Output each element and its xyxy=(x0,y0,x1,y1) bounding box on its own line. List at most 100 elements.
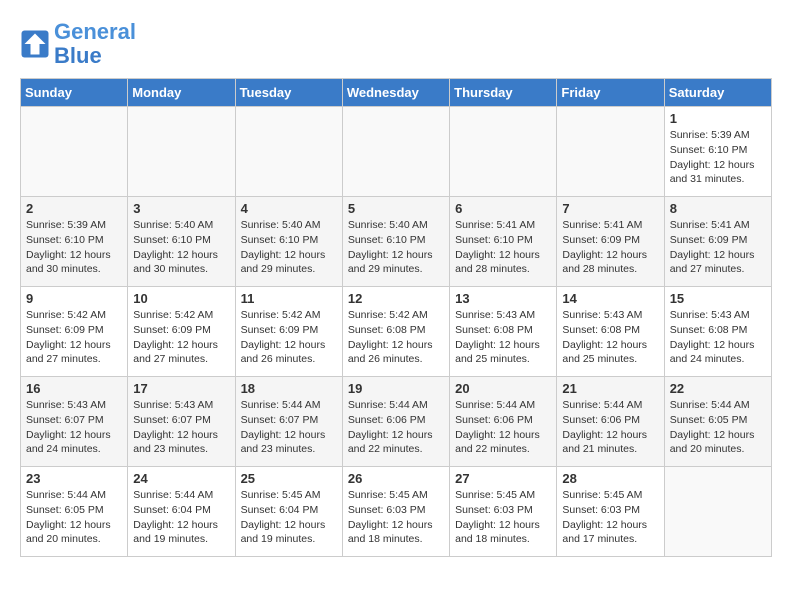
calendar-day-cell: 18 Sunrise: 5:44 AM Sunset: 6:07 PM Dayli… xyxy=(235,377,342,467)
day-info: Sunrise: 5:45 AM Sunset: 6:04 PM Dayligh… xyxy=(241,488,337,547)
calendar-day-cell: 20 Sunrise: 5:44 AM Sunset: 6:06 PM Dayli… xyxy=(450,377,557,467)
day-info: Sunrise: 5:44 AM Sunset: 6:06 PM Dayligh… xyxy=(348,398,444,457)
day-info: Sunrise: 5:44 AM Sunset: 6:05 PM Dayligh… xyxy=(670,398,766,457)
calendar-day-cell: 15 Sunrise: 5:43 AM Sunset: 6:08 PM Dayli… xyxy=(664,287,771,377)
calendar-day-cell: 25 Sunrise: 5:45 AM Sunset: 6:04 PM Dayli… xyxy=(235,467,342,557)
day-number: 13 xyxy=(455,291,551,306)
calendar-day-cell: 21 Sunrise: 5:44 AM Sunset: 6:06 PM Dayli… xyxy=(557,377,664,467)
calendar-day-cell: 8Sunrise: 5:41 AM Sunset: 6:09 PM Daylig… xyxy=(664,197,771,287)
day-number: 14 xyxy=(562,291,658,306)
day-number: 4 xyxy=(241,201,337,216)
day-info: Sunrise: 5:41 AM Sunset: 6:09 PM Dayligh… xyxy=(562,218,658,277)
day-number: 22 xyxy=(670,381,766,396)
day-info: Sunrise: 5:43 AM Sunset: 6:08 PM Dayligh… xyxy=(670,308,766,367)
day-number: 17 xyxy=(133,381,229,396)
calendar-day-cell: 1Sunrise: 5:39 AM Sunset: 6:10 PM Daylig… xyxy=(664,107,771,197)
day-number: 7 xyxy=(562,201,658,216)
calendar-day-cell: 14 Sunrise: 5:43 AM Sunset: 6:08 PM Dayli… xyxy=(557,287,664,377)
day-number: 9 xyxy=(26,291,122,306)
calendar-day-cell: 7 Sunrise: 5:41 AM Sunset: 6:09 PM Daylig… xyxy=(557,197,664,287)
calendar-day-cell: 16Sunrise: 5:43 AM Sunset: 6:07 PM Dayli… xyxy=(21,377,128,467)
logo: General Blue xyxy=(20,20,136,68)
calendar-day-cell: 23 Sunrise: 5:44 AM Sunset: 6:05 PM Dayli… xyxy=(21,467,128,557)
calendar-day-cell: 24 Sunrise: 5:44 AM Sunset: 6:04 PM Dayli… xyxy=(128,467,235,557)
calendar-day-cell xyxy=(342,107,449,197)
day-info: Sunrise: 5:41 AM Sunset: 6:10 PM Dayligh… xyxy=(455,218,551,277)
calendar-day-cell: 12 Sunrise: 5:42 AM Sunset: 6:08 PM Dayli… xyxy=(342,287,449,377)
calendar-day-cell: 3 Sunrise: 5:40 AM Sunset: 6:10 PM Daylig… xyxy=(128,197,235,287)
day-info: Sunrise: 5:44 AM Sunset: 6:06 PM Dayligh… xyxy=(562,398,658,457)
day-info: Sunrise: 5:44 AM Sunset: 6:04 PM Dayligh… xyxy=(133,488,229,547)
day-number: 25 xyxy=(241,471,337,486)
day-info: Sunrise: 5:45 AM Sunset: 6:03 PM Dayligh… xyxy=(455,488,551,547)
day-number: 15 xyxy=(670,291,766,306)
calendar-day-cell: 27 Sunrise: 5:45 AM Sunset: 6:03 PM Dayli… xyxy=(450,467,557,557)
calendar-week-row: 23 Sunrise: 5:44 AM Sunset: 6:05 PM Dayli… xyxy=(21,467,772,557)
day-number: 19 xyxy=(348,381,444,396)
day-number: 8 xyxy=(670,201,766,216)
logo-text: General Blue xyxy=(54,20,136,68)
day-number: 5 xyxy=(348,201,444,216)
calendar-day-cell: 11 Sunrise: 5:42 AM Sunset: 6:09 PM Dayli… xyxy=(235,287,342,377)
day-info: Sunrise: 5:44 AM Sunset: 6:06 PM Dayligh… xyxy=(455,398,551,457)
calendar-day-cell xyxy=(557,107,664,197)
day-number: 12 xyxy=(348,291,444,306)
day-info: Sunrise: 5:40 AM Sunset: 6:10 PM Dayligh… xyxy=(241,218,337,277)
logo-icon xyxy=(20,29,50,59)
weekday-header: Tuesday xyxy=(235,79,342,107)
calendar-day-cell: 4 Sunrise: 5:40 AM Sunset: 6:10 PM Daylig… xyxy=(235,197,342,287)
day-info: Sunrise: 5:39 AM Sunset: 6:10 PM Dayligh… xyxy=(26,218,122,277)
day-info: Sunrise: 5:40 AM Sunset: 6:10 PM Dayligh… xyxy=(348,218,444,277)
day-number: 27 xyxy=(455,471,551,486)
weekday-header: Wednesday xyxy=(342,79,449,107)
calendar-day-cell: 28 Sunrise: 5:45 AM Sunset: 6:03 PM Dayli… xyxy=(557,467,664,557)
day-number: 3 xyxy=(133,201,229,216)
day-number: 23 xyxy=(26,471,122,486)
weekday-header: Saturday xyxy=(664,79,771,107)
weekday-header: Friday xyxy=(557,79,664,107)
calendar-day-cell xyxy=(664,467,771,557)
day-number: 11 xyxy=(241,291,337,306)
day-info: Sunrise: 5:44 AM Sunset: 6:07 PM Dayligh… xyxy=(241,398,337,457)
calendar-day-cell: 19 Sunrise: 5:44 AM Sunset: 6:06 PM Dayli… xyxy=(342,377,449,467)
calendar-day-cell xyxy=(128,107,235,197)
day-info: Sunrise: 5:45 AM Sunset: 6:03 PM Dayligh… xyxy=(348,488,444,547)
day-number: 10 xyxy=(133,291,229,306)
calendar-day-cell: 13 Sunrise: 5:43 AM Sunset: 6:08 PM Dayli… xyxy=(450,287,557,377)
calendar-day-cell: 6 Sunrise: 5:41 AM Sunset: 6:10 PM Daylig… xyxy=(450,197,557,287)
day-number: 20 xyxy=(455,381,551,396)
day-info: Sunrise: 5:42 AM Sunset: 6:08 PM Dayligh… xyxy=(348,308,444,367)
day-info: Sunrise: 5:42 AM Sunset: 6:09 PM Dayligh… xyxy=(241,308,337,367)
day-number: 21 xyxy=(562,381,658,396)
calendar-day-cell: 26 Sunrise: 5:45 AM Sunset: 6:03 PM Dayli… xyxy=(342,467,449,557)
calendar-day-cell: 9 Sunrise: 5:42 AM Sunset: 6:09 PM Daylig… xyxy=(21,287,128,377)
calendar-day-cell: 2 Sunrise: 5:39 AM Sunset: 6:10 PM Daylig… xyxy=(21,197,128,287)
calendar-day-cell xyxy=(450,107,557,197)
day-number: 28 xyxy=(562,471,658,486)
day-info: Sunrise: 5:44 AM Sunset: 6:05 PM Dayligh… xyxy=(26,488,122,547)
day-info: Sunrise: 5:43 AM Sunset: 6:08 PM Dayligh… xyxy=(455,308,551,367)
calendar-day-cell: 22 Sunrise: 5:44 AM Sunset: 6:05 PM Dayli… xyxy=(664,377,771,467)
day-info: Sunrise: 5:40 AM Sunset: 6:10 PM Dayligh… xyxy=(133,218,229,277)
day-info: Sunrise: 5:43 AM Sunset: 6:07 PM Dayligh… xyxy=(133,398,229,457)
page-header: General Blue xyxy=(20,20,772,68)
day-number: 2 xyxy=(26,201,122,216)
day-number: 18 xyxy=(241,381,337,396)
day-info: Sunrise: 5:42 AM Sunset: 6:09 PM Dayligh… xyxy=(26,308,122,367)
weekday-header: Thursday xyxy=(450,79,557,107)
day-number: 6 xyxy=(455,201,551,216)
calendar-day-cell xyxy=(21,107,128,197)
day-number: 24 xyxy=(133,471,229,486)
calendar-day-cell: 10Sunrise: 5:42 AM Sunset: 6:09 PM Dayli… xyxy=(128,287,235,377)
calendar-week-row: 2 Sunrise: 5:39 AM Sunset: 6:10 PM Daylig… xyxy=(21,197,772,287)
calendar-week-row: 1Sunrise: 5:39 AM Sunset: 6:10 PM Daylig… xyxy=(21,107,772,197)
calendar-day-cell xyxy=(235,107,342,197)
weekday-header: Monday xyxy=(128,79,235,107)
day-info: Sunrise: 5:43 AM Sunset: 6:08 PM Dayligh… xyxy=(562,308,658,367)
day-info: Sunrise: 5:45 AM Sunset: 6:03 PM Dayligh… xyxy=(562,488,658,547)
calendar-week-row: 16Sunrise: 5:43 AM Sunset: 6:07 PM Dayli… xyxy=(21,377,772,467)
calendar-header-row: SundayMondayTuesdayWednesdayThursdayFrid… xyxy=(21,79,772,107)
day-number: 26 xyxy=(348,471,444,486)
calendar-day-cell: 5 Sunrise: 5:40 AM Sunset: 6:10 PM Daylig… xyxy=(342,197,449,287)
day-number: 1 xyxy=(670,111,766,126)
